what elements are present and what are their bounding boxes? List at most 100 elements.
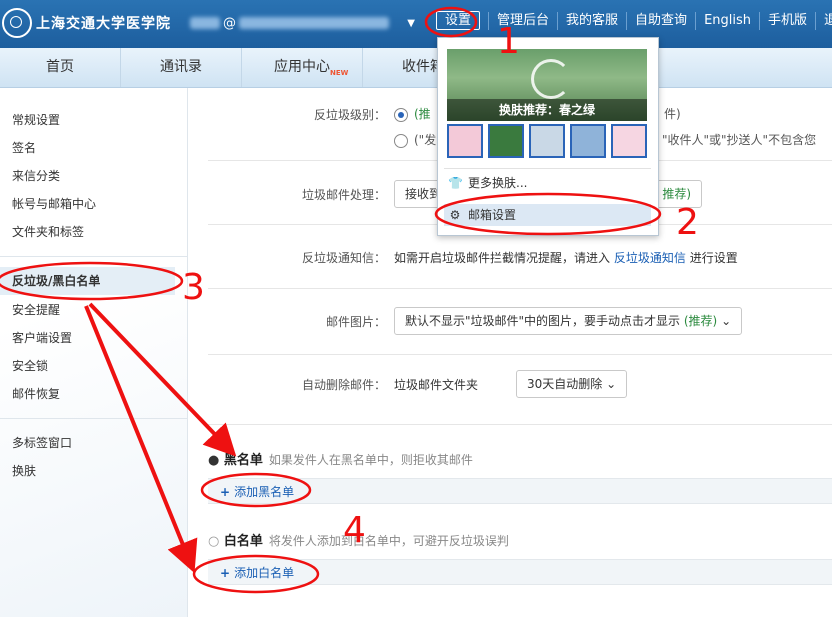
option-text: 件) — [664, 107, 681, 121]
mail-settings-item[interactable]: ⚙ 邮箱设置 — [444, 204, 651, 226]
sidebar-item-antispam[interactable]: 反垃圾/黑白名单 — [0, 267, 175, 295]
support-link[interactable]: 我的客服 — [558, 12, 628, 30]
mail-settings-label: 邮箱设置 — [468, 208, 517, 222]
account-name-blurred — [190, 17, 220, 29]
notice-after: 进行设置 — [689, 251, 738, 265]
skin-thumb[interactable] — [611, 124, 647, 158]
sidebar-item-general[interactable]: 常规设置 — [12, 112, 60, 128]
blacklist-header: ● 黑名单 如果发件人在黑名单中，则拒收其邮件 — [208, 449, 473, 468]
tab-contacts[interactable]: 通讯录 — [121, 48, 242, 87]
auto-delete-select[interactable]: 30天自动删除 ⌄ — [516, 370, 628, 398]
account-switcher[interactable]: @ ▼ — [190, 14, 415, 32]
english-link[interactable]: English — [696, 12, 761, 30]
radio-unselected[interactable] — [394, 133, 408, 148]
tab-home[interactable]: 首页 — [0, 48, 121, 87]
spam-images-label: 邮件图片： — [325, 315, 386, 329]
sidebar-divider — [0, 256, 187, 257]
spam-images-select[interactable]: 默认不显示"垃圾邮件"中的图片，要手动点击才显示 (推荐) ⌄ — [394, 307, 743, 335]
option-text: "收件人"或"抄送人"不包含您 — [662, 133, 817, 147]
blacklist-add-bar: + 添加黑名单 — [208, 478, 832, 504]
sidebar-item-recovery[interactable]: 邮件恢复 — [12, 386, 60, 402]
spam-level-option-2[interactable]: ("发 "收件人"或"抄送人"不包含您 — [394, 131, 816, 148]
annotation-number-4: 4 — [343, 510, 366, 551]
sidebar-item-skin[interactable]: 换肤 — [12, 463, 36, 479]
skin-thumb[interactable] — [447, 124, 483, 158]
add-whitelist-button[interactable]: + 添加白名单 — [220, 564, 294, 581]
auto-delete-row: 自动删除邮件： 垃圾邮件文件夹 30天自动删除 ⌄ — [208, 354, 832, 425]
top-bar: 上海交通大学医学院 @ ▼ 设置 管理后台 我的客服 自助查询 English … — [0, 0, 832, 48]
add-blacklist-label: 添加黑名单 — [234, 485, 295, 499]
spam-images-row: 邮件图片： 默认不显示"垃圾邮件"中的图片，要手动点击才显示 (推荐) ⌄ — [208, 288, 832, 355]
spam-level-option-1[interactable]: (推 件) — [394, 105, 681, 122]
spam-notice-label: 反垃圾通知信： — [301, 251, 386, 265]
spam-handling-label: 垃圾邮件处理： — [301, 188, 386, 202]
nav-bar: 首页 通讯录 应用中心 NEW 收件箱 — [0, 48, 832, 88]
tab-label: 通讯录 — [160, 59, 202, 75]
skin-caption: 换肤推荐：春之绿 — [447, 99, 647, 121]
tab-label: 首页 — [46, 59, 74, 75]
select-value: 接收到 — [405, 187, 442, 201]
more-skins-label: 更多换肤... — [468, 176, 528, 190]
whitelist-title: 白名单 — [223, 534, 263, 549]
settings-sidebar: 常规设置 签名 来信分类 帐号与邮箱中心 文件夹和标签 反垃圾/黑白名单 安全提… — [0, 88, 188, 617]
spam-level-label: 反垃圾级别： — [313, 108, 386, 122]
skin-thumb[interactable] — [529, 124, 565, 158]
tab-label: 应用中心 — [274, 59, 330, 75]
account-at: @ — [223, 15, 236, 31]
skin-thumb[interactable] — [488, 124, 524, 158]
select-value: 默认不显示"垃圾邮件"中的图片，要手动点击才显示 — [405, 314, 681, 328]
plus-icon: + — [220, 485, 231, 499]
sidebar-item-client[interactable]: 客户端设置 — [12, 330, 72, 346]
notice-before: 如需开启垃圾邮件拦截情况提醒，请进入 — [394, 251, 611, 265]
spam-images-dropdown[interactable]: 默认不显示"垃圾邮件"中的图片，要手动点击才显示 (推荐) ⌄ — [394, 307, 743, 335]
spam-notice-link[interactable]: 反垃圾通知信 — [614, 251, 686, 265]
user-icon: ● — [208, 453, 220, 468]
sidebar-item-mail-rules[interactable]: 来信分类 — [12, 168, 60, 184]
sidebar-item-signature[interactable]: 签名 — [12, 140, 36, 156]
tshirt-icon: 👕 — [448, 176, 463, 190]
skin-recommend-banner[interactable]: 换肤推荐：春之绿 — [447, 49, 647, 121]
logout-link[interactable]: 退 — [816, 12, 832, 30]
add-blacklist-button[interactable]: + 添加黑名单 — [220, 483, 294, 500]
blacklist-title: 黑名单 — [223, 453, 263, 468]
gear-icon: ⚙ — [449, 208, 461, 222]
top-link-item[interactable]: 设置 — [428, 11, 490, 30]
chevron-down-icon: ⌄ — [721, 314, 732, 328]
logo-text: 上海交通大学医学院 — [36, 16, 171, 32]
sidebar-item-security-alert[interactable]: 安全提醒 — [12, 302, 60, 318]
select-recommend: (推荐) — [683, 314, 718, 328]
option-text: ("发 — [414, 133, 437, 147]
more-skins-item[interactable]: 👕 更多换肤... — [444, 172, 651, 194]
plus-icon: + — [220, 566, 231, 580]
skin-thumb[interactable] — [570, 124, 606, 158]
tab-apps[interactable]: 应用中心 NEW — [242, 48, 363, 87]
whitelist-desc: 将发件人添加到白名单中，可避开反垃圾误判 — [268, 534, 509, 548]
skin-thumbnails — [447, 124, 647, 158]
sidebar-item-folders[interactable]: 文件夹和标签 — [12, 224, 84, 240]
settings-link[interactable]: 设置 — [436, 11, 481, 30]
chevron-down-icon: ▼ — [407, 17, 415, 29]
dropdown-divider — [444, 168, 651, 169]
self-query-link[interactable]: 自助查询 — [627, 12, 697, 30]
radio-selected[interactable] — [394, 107, 408, 122]
university-logo[interactable]: 上海交通大学医学院 — [2, 8, 171, 38]
chevron-down-icon: ⌄ — [606, 377, 617, 391]
auto-delete-label: 自动删除邮件： — [301, 378, 386, 392]
option-text: (推 — [414, 107, 431, 121]
sidebar-item-accounts[interactable]: 帐号与邮箱中心 — [12, 196, 96, 212]
annotation-number-1: 1 — [497, 21, 520, 62]
sidebar-item-multitab[interactable]: 多标签窗口 — [12, 435, 72, 451]
annotation-number-3: 3 — [182, 267, 205, 308]
spam-notice-text: 如需开启垃圾邮件拦截情况提醒，请进入 反垃圾通知信 进行设置 — [394, 249, 738, 266]
annotation-number-2: 2 — [676, 202, 699, 243]
mobile-link[interactable]: 手机版 — [760, 12, 817, 30]
add-whitelist-label: 添加白名单 — [234, 566, 295, 580]
refresh-icon — [531, 59, 571, 99]
settings-dropdown: 换肤推荐：春之绿 👕 更多换肤... ⚙ 邮箱设置 — [437, 37, 659, 236]
sidebar-item-security-lock[interactable]: 安全锁 — [12, 358, 48, 374]
blacklist-desc: 如果发件人在黑名单中，则拒收其邮件 — [268, 453, 473, 467]
auto-delete-dropdown[interactable]: 30天自动删除 ⌄ — [516, 370, 628, 398]
select-value: 30天自动删除 — [527, 377, 603, 391]
account-domain-blurred — [239, 17, 389, 29]
whitelist-add-bar: + 添加白名单 — [208, 559, 832, 585]
